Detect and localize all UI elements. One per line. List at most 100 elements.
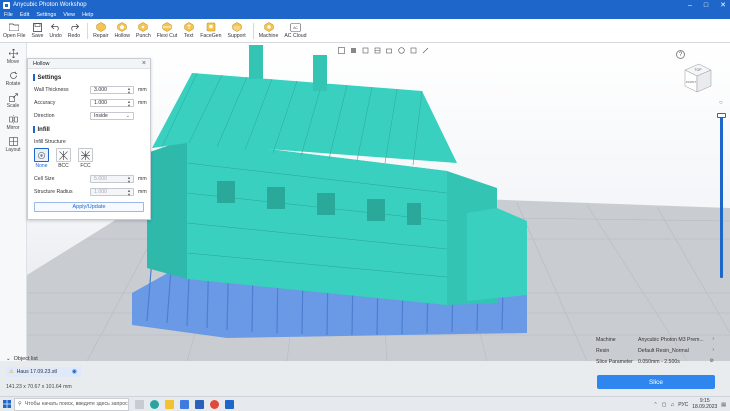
open-file-button[interactable]: Open File — [3, 19, 26, 39]
support-button[interactable]: Support — [228, 19, 246, 39]
zoom-fit-icon[interactable] — [409, 46, 417, 54]
menu-view[interactable]: View — [63, 12, 75, 18]
maximize-icon[interactable]: □ — [704, 2, 708, 9]
infill-structure-options: None BCC FCC — [34, 148, 150, 169]
text-button[interactable]: Text — [183, 19, 194, 39]
facegen-button[interactable]: FaceGen — [200, 19, 222, 39]
rotate-icon — [8, 70, 18, 80]
menu-file[interactable]: File — [4, 12, 13, 18]
cut-icon — [161, 22, 172, 32]
help-icon[interactable]: ? — [676, 50, 685, 59]
chevron-down-icon: ⌄ — [6, 356, 11, 362]
app-logo-icon — [3, 1, 10, 9]
structure-radius-field[interactable]: 1.000 ▲ ▼ — [90, 188, 134, 196]
undo-button[interactable]: Undo — [49, 19, 62, 39]
close-icon[interactable]: × — [142, 60, 146, 67]
slice-view-icon[interactable] — [421, 46, 429, 54]
apply-update-button[interactable]: Apply/Update — [34, 202, 144, 212]
save-icon — [32, 22, 43, 32]
flexi-cut-button[interactable]: Flexi Cut — [157, 19, 177, 39]
taskbar-search-input[interactable]: ⚲ Чтобы начать поиск, введите здесь запр… — [14, 397, 129, 411]
store-icon[interactable] — [180, 399, 189, 409]
hollow-icon — [117, 22, 128, 32]
task-view-icon[interactable] — [135, 399, 144, 409]
slider-top-icon: ○ — [719, 100, 723, 106]
no-infill-icon — [37, 151, 46, 159]
save-button[interactable]: Save — [32, 19, 43, 39]
windows-start-icon[interactable] — [0, 397, 14, 411]
notification-icon[interactable]: ▤ — [721, 402, 726, 408]
language-indicator[interactable]: РУС — [678, 402, 688, 408]
move-tool-button[interactable]: Move — [0, 48, 26, 65]
undo-icon — [50, 22, 61, 32]
repair-button[interactable]: Repair — [93, 19, 108, 39]
machine-row[interactable]: Machine Anycubic Photon M3 Prem... › — [592, 334, 722, 345]
ac-cloud-button[interactable]: AC AC Cloud — [284, 19, 307, 39]
front-view-icon[interactable] — [349, 46, 357, 54]
edge-browser-icon[interactable] — [150, 399, 159, 409]
structure-none-option[interactable]: None — [34, 148, 49, 169]
cell-size-label: Cell Size — [34, 176, 55, 182]
machine-icon — [263, 22, 274, 32]
structure-bcc-option[interactable]: BCC — [56, 148, 71, 169]
chevron-right-icon: › — [712, 347, 714, 353]
mirror-tool-button[interactable]: Mirror — [0, 114, 26, 131]
cube-view-icon[interactable] — [337, 46, 345, 54]
title-bar: Anycubic Photon Workshop – □ ✕ — [0, 0, 730, 10]
rotate-tool-button[interactable]: Rotate — [0, 70, 26, 87]
menu-edit[interactable]: Edit — [20, 12, 29, 18]
slice-button[interactable]: Slice — [597, 375, 715, 389]
clock[interactable]: 9:15 18.09.2023 — [692, 398, 717, 410]
slice-parameter-row[interactable]: Slice Parameter 0.050mm - 2.500s ⚙ — [592, 356, 722, 367]
direction-select[interactable]: Inside ⌄ — [90, 112, 134, 120]
system-tray: ⌃ ▢ ♫ РУС 9:15 18.09.2023 ▤ — [654, 397, 726, 411]
facegen-icon — [205, 22, 216, 32]
menu-settings[interactable]: Settings — [36, 12, 56, 18]
structure-radius-row: Structure Radius 1.000 ▲ ▼ mm — [34, 188, 147, 197]
wall-thickness-row: Wall Thickness 3.000 ▲ ▼ mm — [34, 86, 147, 95]
accuracy-field[interactable]: 1.000 ▲ ▼ — [90, 99, 134, 107]
chrome-icon[interactable] — [210, 399, 219, 409]
structure-fcc-option[interactable]: FCC — [78, 148, 93, 169]
menu-help[interactable]: Help — [82, 12, 93, 18]
object-list-header[interactable]: ⌄ Object list — [6, 355, 100, 363]
cloud-icon: AC — [290, 22, 301, 32]
punch-icon — [138, 22, 149, 32]
wall-thickness-field[interactable]: 3.000 ▲ ▼ — [90, 86, 134, 94]
chevron-down-icon: ⌄ — [125, 113, 130, 119]
object-list-item[interactable]: ⚠ Haus 17.09.23.stl ◉ — [6, 367, 81, 377]
layer-slider-handle[interactable] — [717, 113, 726, 118]
top-view-icon[interactable] — [373, 46, 381, 54]
side-view-icon[interactable] — [361, 46, 369, 54]
support-icon — [231, 22, 242, 32]
close-icon[interactable]: ✕ — [720, 1, 726, 9]
color-view-icon[interactable] — [397, 46, 405, 54]
scale-tool-button[interactable]: Scale — [0, 92, 26, 109]
file-explorer-icon[interactable] — [165, 399, 174, 409]
layer-slider[interactable] — [717, 113, 726, 278]
accuracy-row: Accuracy 1.000 ▲ ▼ mm — [34, 99, 147, 108]
toolbar-divider — [252, 23, 254, 39]
machine-button[interactable]: Machine — [259, 19, 278, 39]
model-dimensions: 141.23 x 70.67 x 101.64 mm — [6, 384, 72, 390]
photon-workshop-icon[interactable] — [225, 399, 234, 409]
infill-structure-label: Infill Structure — [34, 139, 66, 145]
infill-section-title: Infill — [33, 126, 150, 133]
redo-button[interactable]: Redo — [68, 19, 80, 39]
navigation-cube[interactable]: TOP FRONT — [679, 62, 713, 94]
visibility-eye-icon[interactable]: ◉ — [72, 368, 77, 375]
hollow-button[interactable]: Hollow — [114, 19, 130, 39]
cell-size-field[interactable]: 5.000 ▲ ▼ — [90, 175, 134, 183]
layout-tool-button[interactable]: Layout — [0, 136, 26, 153]
fcc-lattice-icon — [81, 150, 90, 160]
word-icon[interactable] — [195, 399, 204, 409]
minimize-icon[interactable]: – — [688, 2, 692, 9]
punch-button[interactable]: Punch — [136, 19, 151, 39]
camera-view-icon[interactable] — [385, 46, 393, 54]
tray-expand-icon[interactable]: ⌃ — [654, 402, 658, 408]
resin-row[interactable]: Resin Default Resin_Normal › — [592, 345, 722, 356]
hollow-panel: Hollow × Settings Wall Thickness 3.000 ▲ ▼… — [27, 58, 151, 220]
volume-icon[interactable]: ♫ — [670, 402, 674, 408]
chevron-right-icon: › — [712, 336, 714, 342]
network-icon[interactable]: ▢ — [662, 402, 667, 408]
